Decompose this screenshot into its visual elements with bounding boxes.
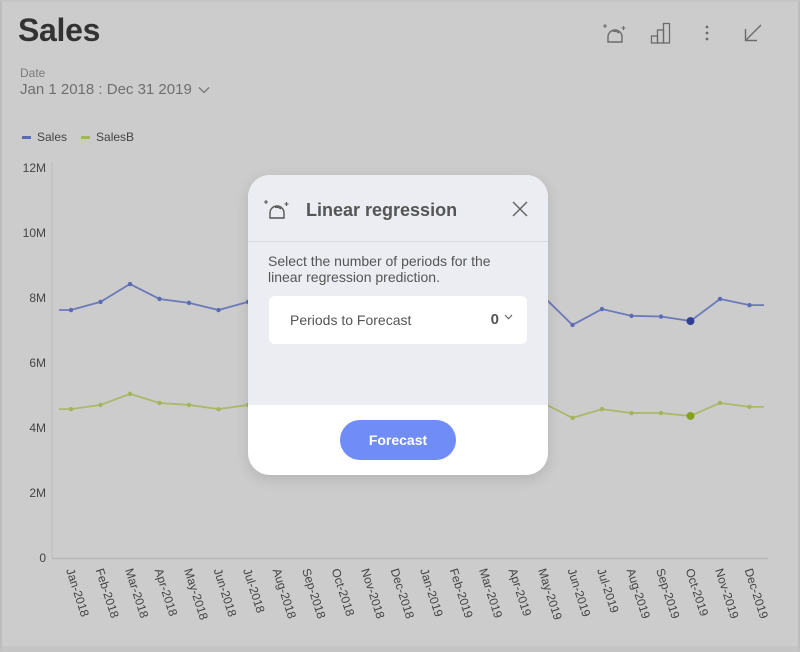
data-point-salesb bbox=[157, 400, 162, 406]
forecast-icon bbox=[264, 200, 289, 219]
data-point-sales bbox=[127, 281, 133, 287]
close-icon[interactable] bbox=[510, 199, 530, 219]
x-tick-label: Oct-2018 bbox=[329, 567, 358, 619]
x-tick-label: Dec-2018 bbox=[388, 567, 417, 621]
y-tick-label: 12M bbox=[23, 161, 46, 175]
periods-label: Periods to Forecast bbox=[290, 312, 412, 328]
x-tick-label: Sep-2018 bbox=[299, 567, 328, 621]
data-point-salesb bbox=[98, 402, 103, 408]
y-tick-label: 2M bbox=[29, 486, 46, 500]
data-point-sales bbox=[629, 313, 634, 319]
data-point-sales bbox=[599, 306, 605, 312]
x-tick-label: Nov-2019 bbox=[712, 567, 741, 621]
data-point-sales bbox=[157, 296, 162, 302]
x-tick-label: Jan-2019 bbox=[417, 567, 446, 619]
periods-value: 0 bbox=[490, 311, 499, 328]
x-tick-label: May-2019 bbox=[535, 567, 565, 622]
data-point-sales bbox=[658, 314, 664, 319]
data-point-sales bbox=[747, 302, 752, 308]
data-point-sales bbox=[717, 296, 723, 302]
x-tick-label: Apr-2019 bbox=[506, 567, 535, 619]
x-tick-label: Aug-2018 bbox=[270, 567, 299, 621]
x-tick-label: May-2018 bbox=[181, 567, 211, 622]
data-point-salesb bbox=[216, 406, 221, 412]
data-point-sales bbox=[686, 317, 695, 326]
data-point-sales bbox=[570, 322, 575, 328]
data-point-salesb bbox=[570, 415, 575, 421]
x-tick-label: Jun-2019 bbox=[565, 567, 594, 619]
x-tick-label: Oct-2019 bbox=[683, 567, 712, 619]
data-point-salesb bbox=[599, 406, 605, 412]
data-point-salesb bbox=[686, 411, 695, 420]
y-tick-label: 8M bbox=[29, 291, 46, 305]
dialog-title: Linear regression bbox=[306, 200, 458, 220]
forecast-button[interactable]: Forecast bbox=[340, 420, 456, 460]
dialog-header: Linear regression bbox=[248, 175, 548, 242]
data-point-sales bbox=[186, 300, 192, 306]
x-tick-label: Jun-2018 bbox=[211, 567, 240, 619]
x-tick-label: Apr-2018 bbox=[152, 567, 181, 619]
x-tick-label: Nov-2018 bbox=[358, 567, 387, 621]
x-tick-label: Jul-2018 bbox=[240, 567, 268, 615]
data-point-sales bbox=[68, 307, 74, 313]
x-tick-label: Feb-2019 bbox=[447, 567, 476, 620]
y-tick-label: 6M bbox=[29, 356, 46, 370]
x-tick-label: Feb-2018 bbox=[93, 567, 122, 620]
x-tick-label: Jan-2018 bbox=[63, 567, 92, 619]
periods-to-forecast-select[interactable]: Periods to Forecast 0 bbox=[269, 296, 527, 344]
data-point-salesb bbox=[717, 400, 723, 406]
y-tick-label: 10M bbox=[23, 226, 46, 240]
x-tick-label: Dec-2019 bbox=[742, 567, 771, 621]
x-tick-label: Jul-2019 bbox=[594, 567, 622, 615]
x-tick-label: Sep-2019 bbox=[653, 567, 682, 621]
data-point-sales bbox=[98, 299, 103, 305]
x-tick-label: Mar-2018 bbox=[122, 567, 151, 620]
data-point-salesb bbox=[127, 391, 133, 397]
linear-regression-dialog: Linear regression Select the number of p… bbox=[248, 175, 548, 475]
y-tick-label: 4M bbox=[29, 421, 46, 435]
data-point-salesb bbox=[186, 402, 192, 408]
x-tick-label: Mar-2019 bbox=[476, 567, 505, 620]
data-point-sales bbox=[216, 307, 221, 313]
data-point-salesb bbox=[68, 406, 74, 412]
y-tick-label: 0 bbox=[39, 551, 46, 565]
chevron-down-icon bbox=[504, 314, 513, 320]
x-tick-label: Aug-2019 bbox=[624, 567, 653, 621]
data-point-salesb bbox=[747, 404, 752, 410]
dialog-description: Select the number of periods for the lin… bbox=[268, 253, 491, 285]
data-point-salesb bbox=[629, 410, 634, 416]
data-point-salesb bbox=[658, 410, 664, 416]
